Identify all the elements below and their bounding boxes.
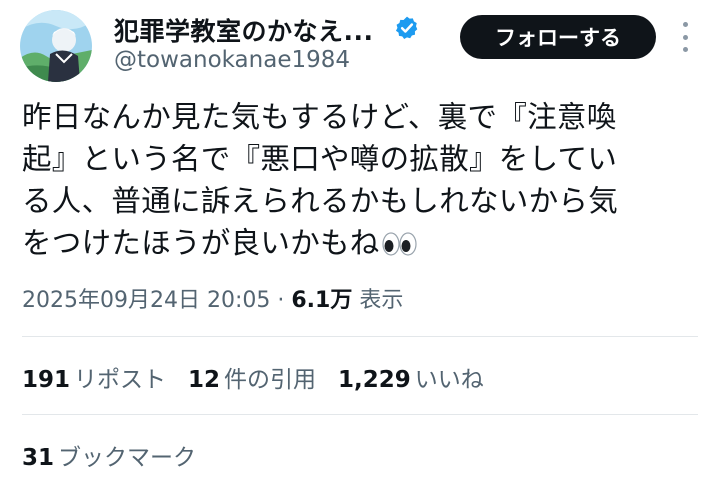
quotes-label: 件の引用 <box>224 367 317 393</box>
bookmarks-count: 31 <box>22 445 55 471</box>
verified-badge-icon <box>394 15 420 41</box>
more-options-icon[interactable] <box>678 22 692 52</box>
likes-label: いいね <box>414 367 484 393</box>
reposts-count: 191 <box>22 367 71 393</box>
tweet-text: 昨日なんか見た気もするけど、裏で『注意喚 起』という名で『悪口や噂の拡散』をして… <box>22 100 619 260</box>
bookmarks-label: ブックマーク <box>58 445 197 471</box>
timestamp[interactable]: 2025年09月24日 20:05 <box>22 288 270 313</box>
meta-separator: · <box>277 288 285 313</box>
views-label: 表示 <box>359 288 404 313</box>
quotes-count: 12 <box>188 367 221 393</box>
views-count: 6.1万 <box>291 288 353 313</box>
follow-button[interactable]: フォローする <box>460 15 656 59</box>
divider <box>22 414 698 415</box>
likes-stat[interactable]: 1,229 いいね <box>338 360 484 394</box>
avatar[interactable] <box>20 10 92 82</box>
bookmarks-stat[interactable]: 31 ブックマーク <box>22 438 196 472</box>
more-dot <box>682 34 688 40</box>
likes-count: 1,229 <box>338 367 411 393</box>
author-handle[interactable]: @towanokanae1984 <box>114 47 350 73</box>
reposts-label: リポスト <box>74 367 167 393</box>
author-display-name[interactable]: 犯罪学教室のかなえ... <box>114 12 374 48</box>
quotes-stat[interactable]: 12 件の引用 <box>188 360 316 394</box>
more-dot <box>682 47 688 52</box>
more-dot <box>682 22 688 27</box>
eyes-emoji <box>382 226 418 268</box>
reposts-stat[interactable]: 191 リポスト <box>22 360 166 394</box>
tweet-body: 昨日なんか見た気もするけど、裏で『注意喚 起』という名で『悪口や噂の拡散』をして… <box>22 96 702 268</box>
engagement-stats: 191 リポスト 12 件の引用 1,229 いいね <box>22 360 484 394</box>
tweet-meta: 2025年09月24日 20:05 · 6.1万 表示 <box>22 282 403 314</box>
divider <box>22 336 698 337</box>
